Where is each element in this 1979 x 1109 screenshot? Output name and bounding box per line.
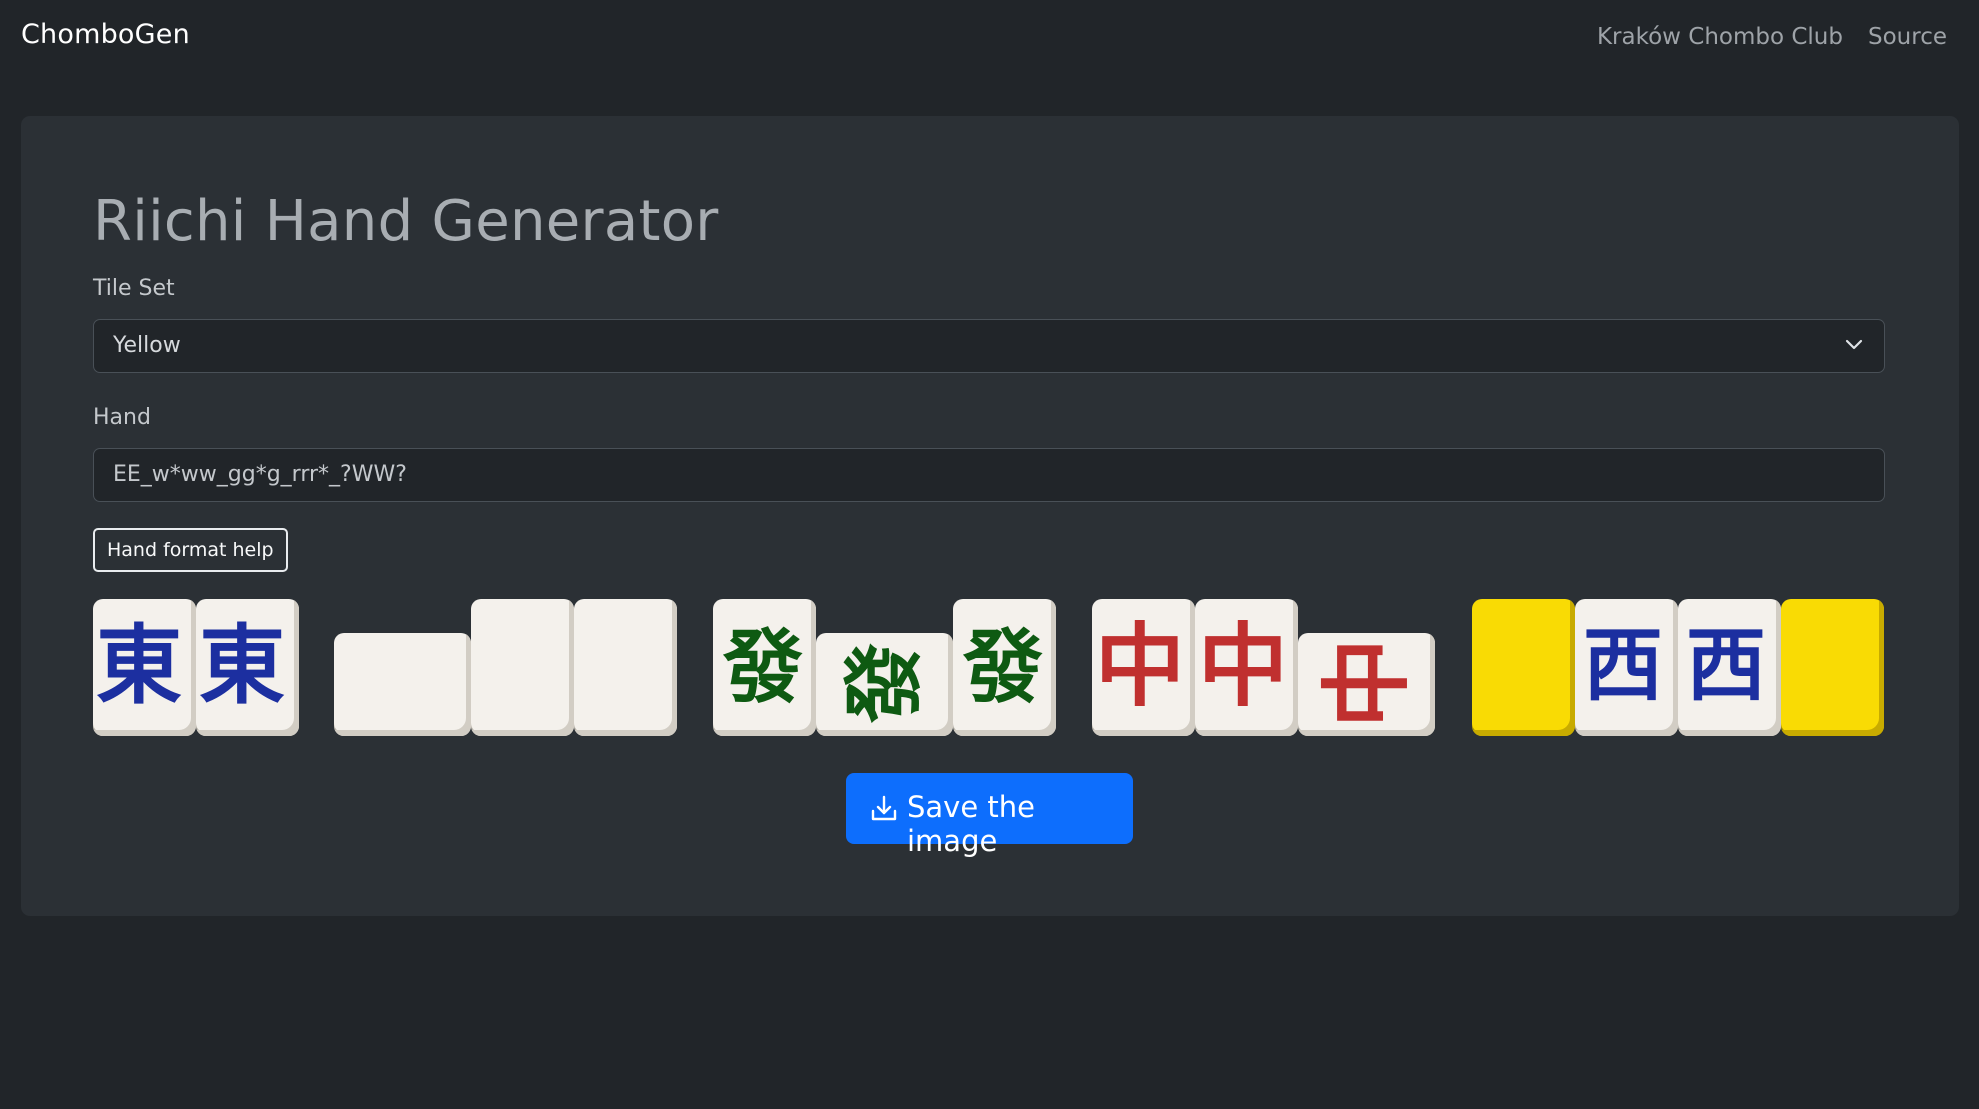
tile-white-dragon bbox=[574, 599, 677, 736]
tile-back bbox=[1781, 599, 1884, 736]
tile-green-dragon: 發 bbox=[953, 599, 1056, 736]
page-title: Riichi Hand Generator bbox=[93, 189, 719, 254]
tile-west-glyph: 西 bbox=[1583, 619, 1663, 712]
tile-red-glyph: 中 bbox=[1198, 614, 1288, 719]
tile-red-dragon: 中 bbox=[1092, 599, 1195, 736]
hand-format-help-button[interactable]: Hand format help bbox=[93, 528, 288, 572]
tile-set-select[interactable]: Yellow bbox=[93, 319, 1885, 373]
navbar: ChomboGen Kraków Chombo Club Source bbox=[0, 0, 1979, 80]
tile-set-selected-value: Yellow bbox=[113, 333, 181, 358]
chevron-down-icon bbox=[1845, 339, 1863, 350]
hand-label: Hand bbox=[93, 405, 151, 430]
download-icon bbox=[871, 795, 897, 821]
tile-red-glyph: 中 bbox=[1315, 638, 1420, 728]
nav-links: Kraków Chombo Club Source bbox=[1597, 24, 1947, 50]
tile-east-glyph: 東 bbox=[199, 616, 285, 716]
brand-link[interactable]: ChomboGen bbox=[21, 19, 190, 50]
tile-white-dragon-sideways bbox=[334, 633, 471, 736]
tile-east: 東 bbox=[196, 599, 299, 736]
save-image-label: Save the image bbox=[907, 790, 1035, 858]
tile-red-dragon: 中 bbox=[1195, 599, 1298, 736]
tile-back bbox=[1472, 599, 1575, 736]
tile-set-label: Tile Set bbox=[93, 276, 175, 301]
save-image-button[interactable]: Save the image bbox=[846, 773, 1133, 858]
hand-image: 東 東 發 發 發 中 中 中 西 西 bbox=[93, 599, 1885, 736]
tile-green-glyph: 發 bbox=[722, 621, 803, 714]
tile-east-glyph: 東 bbox=[96, 616, 182, 716]
tile-green-glyph: 發 bbox=[838, 643, 931, 724]
tile-west-glyph: 西 bbox=[1686, 619, 1766, 712]
hand-input-value: EE_w*ww_gg*g_rrr*_?WW? bbox=[113, 462, 407, 487]
tile-west: 西 bbox=[1575, 599, 1678, 736]
hand-input[interactable]: EE_w*ww_gg*g_rrr*_?WW? bbox=[93, 448, 1885, 502]
tile-green-glyph: 發 bbox=[962, 621, 1043, 714]
tile-white-dragon bbox=[471, 599, 574, 736]
tile-west: 西 bbox=[1678, 599, 1781, 736]
generator-card: Riichi Hand Generator Tile Set Yellow Ha… bbox=[21, 116, 1959, 916]
tile-green-dragon: 發 bbox=[713, 599, 816, 736]
tile-green-dragon-sideways: 發 bbox=[816, 633, 953, 736]
tile-red-dragon-sideways: 中 bbox=[1298, 633, 1435, 736]
tile-red-glyph: 中 bbox=[1095, 614, 1185, 719]
tile-east: 東 bbox=[93, 599, 196, 736]
nav-link-chombo-club[interactable]: Kraków Chombo Club bbox=[1597, 24, 1843, 50]
nav-link-source[interactable]: Source bbox=[1868, 24, 1947, 50]
